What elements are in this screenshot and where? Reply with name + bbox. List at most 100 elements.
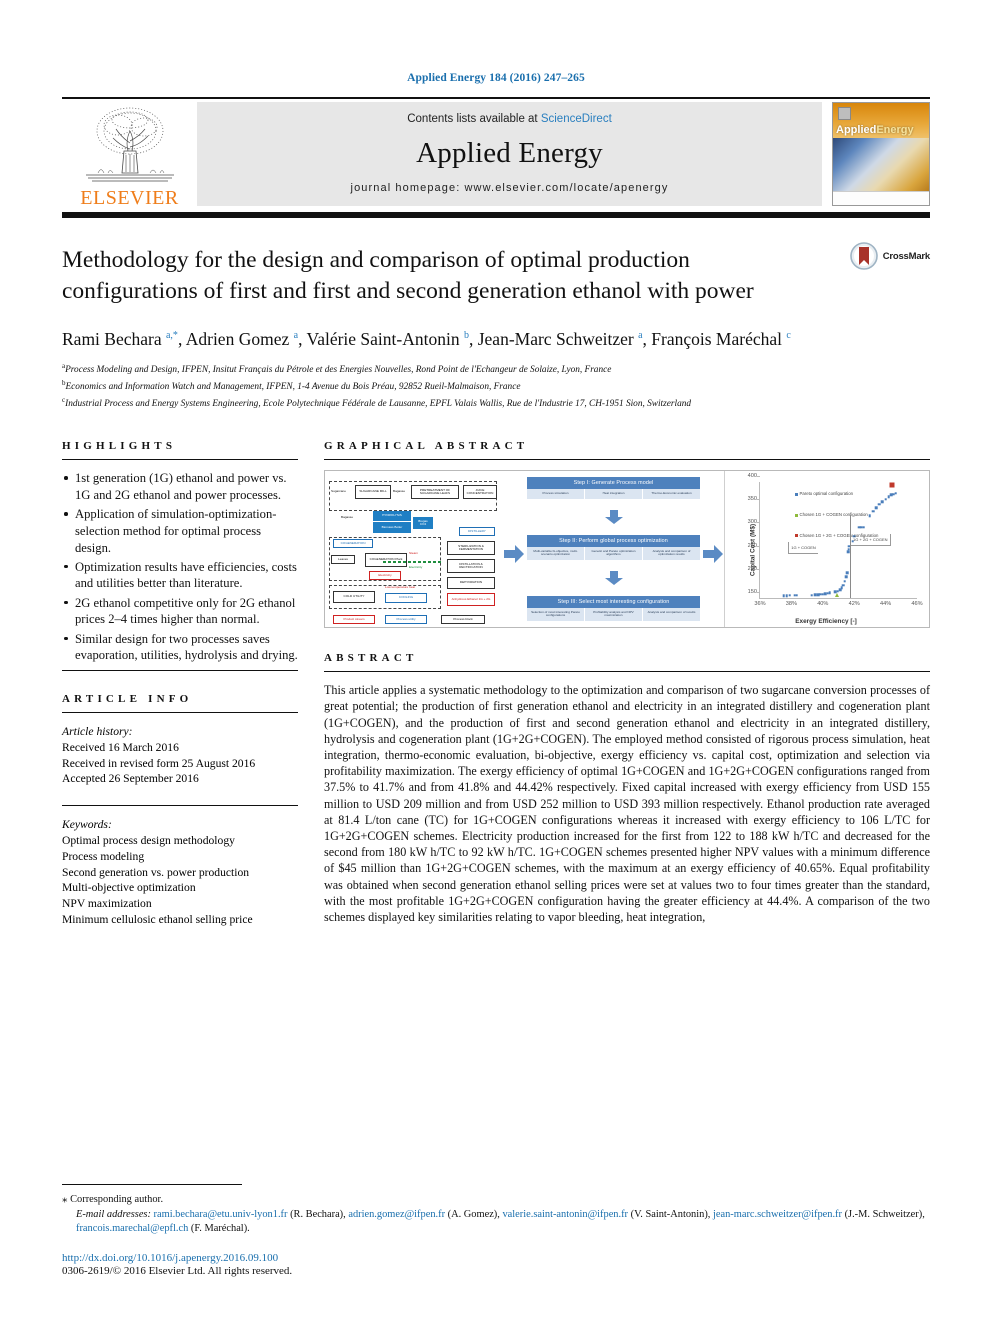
step-3-title: Step III: Select most interesting config…: [527, 595, 700, 608]
elsevier-tree-icon: [85, 107, 174, 182]
list-item: Similar design for two processes saves e…: [62, 631, 298, 664]
crossmark-icon: [849, 242, 878, 270]
list-item: Optimization results have efficiencies, …: [62, 559, 298, 592]
highlights-list: 1st generation (1G) ethanol and power vs…: [62, 470, 298, 664]
flow-box-distillation-rectification: DISTILLATION & RECTIFICATION: [447, 559, 495, 574]
down-arrow-icon: [604, 570, 623, 585]
chart-wrap: Capital Cost (M$) Exergy Efficiency [-] …: [729, 473, 923, 626]
legend-product-stream: Product stream: [333, 615, 375, 625]
title-block: Methodology for the design and compariso…: [62, 218, 930, 412]
chart-data-point: [881, 500, 884, 503]
chart-annotation: 1G + COGEN: [788, 542, 818, 555]
chart-data-point: [884, 497, 887, 501]
chart-data-point: [840, 586, 843, 590]
flow-label-bagasse-2: Bagasse: [341, 515, 354, 520]
chart-data-point: [795, 594, 799, 597]
flow-box-juice-concentration: JUICE CONCENTRATION: [463, 485, 497, 500]
flow-label-bagasse: Bagasse: [393, 489, 406, 494]
flow-label-steam: Steam: [409, 551, 418, 556]
keyword: Process modeling: [62, 849, 145, 863]
email-label: E-mail addresses:: [76, 1208, 151, 1220]
flow-box-biogas-co2: Biogas CO2: [413, 517, 433, 530]
chart-data-point: [894, 491, 898, 495]
chart-x-tick: 40%: [817, 601, 829, 608]
step-sub-item: Thermo-Economic evaluation: [651, 491, 692, 496]
flow-box-anhydrous-ethanol: Anhydrous Ethanol 1G + 2G: [447, 593, 495, 607]
flow-box-cogeneration-label: COGENERATION: [333, 539, 373, 549]
flow-label-electricity: Electricity: [409, 565, 423, 570]
affiliation-list: aProcess Modeling and Design, IFPEN, Ins…: [62, 361, 930, 412]
corresponding-author-note: ⁎ Corresponding author.: [62, 1192, 930, 1208]
step-sub-item: Analysis and comparison of results: [647, 609, 696, 614]
keywords-rule: [62, 805, 298, 807]
body-columns: HIGHLIGHTS 1st generation (1G) ethanol a…: [62, 412, 930, 928]
crossmark-badge[interactable]: CrossMark: [849, 242, 930, 270]
abstract-heading: ABSTRACT: [324, 652, 418, 665]
journal-masthead: ELSEVIER Contents lists available at Sci…: [62, 99, 930, 212]
history-item: Accepted 26 September 2016: [62, 772, 199, 786]
chart-data-point: [788, 594, 792, 597]
paper-page: Applied Energy 184 (2016) 247–265 ELSEVI…: [0, 0, 992, 1277]
list-item: Application of simulation-optimization-s…: [62, 506, 298, 556]
process-flow-diagram: Sugarcane SUGARCANE MILL Bagasse PRETREA…: [325, 471, 503, 627]
doi-link[interactable]: http://dx.doi.org/10.1016/j.apenergy.201…: [62, 1252, 930, 1264]
chart-divider-line: [850, 514, 852, 599]
legend-process-utility: Process utility: [385, 615, 427, 625]
chart-x-tick: 38%: [785, 601, 797, 608]
elsevier-logo: ELSEVIER: [62, 99, 197, 212]
chart-y-tick: 300: [747, 519, 761, 526]
legend-marker: [794, 513, 798, 517]
chart-annotation: 1G + 2G + COGEN: [851, 534, 891, 547]
chart-legend-entry: Pareto optimal configuration: [794, 491, 853, 496]
step-sub-item: Profitability analysis and NPV maximizat…: [585, 607, 643, 622]
article-history: Article history: Received 16 March 2016 …: [62, 724, 298, 787]
flow-box-biomass-boiler: Biomass Boiler: [373, 522, 411, 534]
asterisk-icon: ⁎: [62, 1193, 68, 1206]
page-title: Methodology for the design and compariso…: [62, 247, 754, 305]
left-column: HIGHLIGHTS 1st generation (1G) ethanol a…: [62, 440, 298, 928]
keyword: NPV maximization: [62, 897, 152, 911]
step-sub-item: Analysis and comparison of optimization …: [652, 548, 691, 557]
journal-cover-thumbnail: AppliedEnergy: [832, 102, 930, 206]
flow-box-sterilization-fermentation: STERILIZATION & FERMENTATION: [447, 541, 495, 556]
history-item: Received 16 March 2016: [62, 740, 179, 754]
chart-data-point: [862, 525, 865, 529]
chart-data-point: [841, 583, 845, 587]
chart-data-point: [871, 510, 875, 513]
journal-homepage[interactable]: journal homepage: www.elsevier.com/locat…: [351, 182, 669, 194]
journal-title: Applied Energy: [416, 137, 603, 169]
chart-y-tick: 250: [747, 542, 761, 549]
keyword: Multi-objective optimization: [62, 881, 196, 895]
highlights-heading: HIGHLIGHTS: [62, 440, 177, 453]
step-1-title: Step I: Generate Process model: [527, 477, 700, 490]
legend-marker: [794, 492, 798, 496]
step-3: Step III: Select most interesting config…: [527, 595, 700, 622]
flow-box-cooling: COOLING: [385, 593, 427, 604]
sciencedirect-link[interactable]: ScienceDirect: [541, 113, 612, 125]
graphical-abstract-figure: Sugarcane SUGARCANE MILL Bagasse PRETREA…: [324, 470, 930, 629]
chart-x-tick: 44%: [879, 601, 892, 608]
chart-data-point: [843, 580, 847, 583]
graphical-abstract-rule: [324, 459, 930, 461]
step-1: Step I: Generate Process model Process s…: [527, 477, 700, 499]
flow-box-dehydration: DEHYDRATION: [447, 577, 495, 590]
history-item: Received in revised form 25 August 2016: [62, 756, 256, 770]
graphical-abstract-heading: GRAPHICAL ABSTRACT: [324, 440, 529, 453]
chart-data-point: [878, 503, 881, 506]
flow-box-hydrolysis: HYDROLYSIS: [373, 511, 411, 522]
author-list: Rami Bechara a,*, Adrien Gomez a, Valéri…: [62, 329, 791, 350]
left-arrow-icon: [504, 544, 524, 563]
flow-box-cogeneration-plant: COGENERATION Plant: [365, 553, 407, 568]
step-2-title: Step II: Perform global process optimiza…: [527, 534, 700, 547]
keyword: Minimum cellulosic ethanol selling price: [62, 912, 253, 926]
email-links[interactable]: rami.bechara@etu.univ-lyon1.fr (R. Becha…: [76, 1209, 925, 1235]
step-1-subitems: Process simulation Heat integration Ther…: [527, 489, 700, 499]
flow-box-sugarcane-mill: SUGARCANE MILL: [355, 485, 391, 500]
chart-data-point: [834, 592, 839, 597]
flow-box-cold-utility: COLD UTILITY: [333, 591, 375, 604]
cover-logo-square: [838, 107, 851, 120]
cover-title: AppliedEnergy: [836, 123, 914, 136]
chart-x-axis-label: Exergy Efficiency [-]: [795, 618, 857, 626]
step-sub-item: Selection of most interesting Pareto con…: [527, 607, 585, 622]
